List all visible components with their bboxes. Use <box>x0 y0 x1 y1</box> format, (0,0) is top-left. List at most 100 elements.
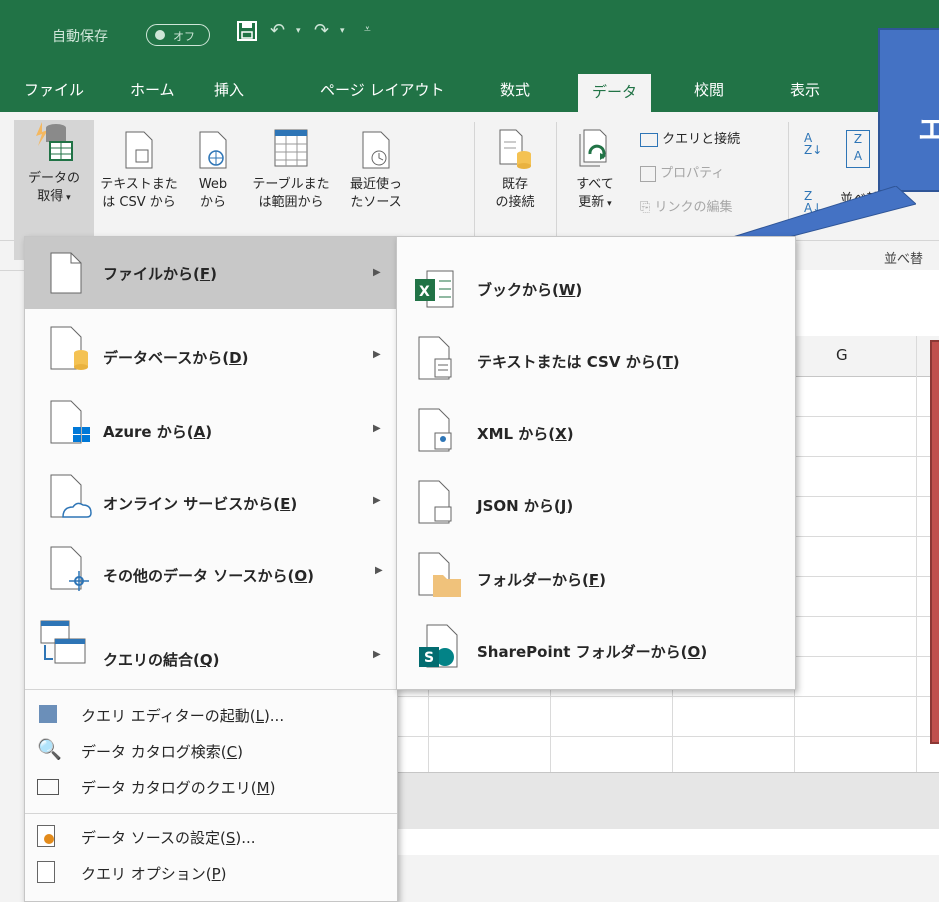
submenu-item-label: JSON から(J) <box>477 497 574 515</box>
excel-workbook-icon: X <box>415 270 454 308</box>
refresh-icon <box>579 129 607 167</box>
submenu-item-label: ブックから(W) <box>477 281 583 299</box>
menu-item-label: クエリ オプション(P) <box>81 865 227 883</box>
grid-line <box>396 736 939 737</box>
existing-connections-button[interactable]: 既存 の接続 <box>482 128 548 212</box>
menu-item-launch-query-editor[interactable]: クエリ エディターの起動(L)... <box>25 699 397 733</box>
database-icon <box>50 326 88 370</box>
tab-file[interactable]: ファイル <box>24 76 84 104</box>
sort-az-icon[interactable]: A Z↓ <box>804 132 822 156</box>
menu-item-from-database[interactable]: データベースから(D) ▶ <box>25 317 397 389</box>
menu-item-label: データ ソースの設定(S)... <box>81 829 256 847</box>
table-range-label-2: は範囲から <box>258 195 324 210</box>
existing-label-1: 既存 <box>501 177 528 192</box>
autosave-label: 自動保存 <box>52 29 108 45</box>
sort-dialog-icon[interactable]: ZA <box>846 130 870 168</box>
submenu-arrow-icon: ▶ <box>373 495 381 506</box>
json-file-icon <box>418 480 452 524</box>
menu-item-label: クエリ エディターの起動(L)... <box>81 707 285 725</box>
query-options-icon <box>37 861 55 883</box>
xml-file-icon <box>418 408 452 452</box>
query-editor-icon <box>39 705 57 723</box>
tab-data[interactable]: データ <box>578 74 652 112</box>
menu-item-from-other-sources[interactable]: その他のデータ ソースから(O) ▶ <box>25 533 397 605</box>
from-table-range-button[interactable]: テーブルまた は範囲から <box>246 126 336 212</box>
redo-icon[interactable]: ↷ <box>314 20 329 41</box>
menu-item-label: データ カタログのクエリ(M) <box>81 779 276 797</box>
tab-home[interactable]: ホーム <box>130 76 175 104</box>
tab-formulas[interactable]: 数式 <box>500 76 530 104</box>
menu-item-data-catalog-queries[interactable]: データ カタログのクエリ(M) <box>25 771 397 805</box>
submenu-arrow-icon: ▶ <box>375 565 383 576</box>
submenu-item-from-text-csv[interactable]: テキストまたは CSV から(T) <box>397 323 795 395</box>
submenu-item-label: テキストまたは CSV から(T) <box>477 353 680 371</box>
save-icon[interactable] <box>236 20 258 46</box>
recent-label-1: 最近使っ <box>349 177 402 192</box>
properties-button[interactable]: プロパティ <box>640 162 724 182</box>
redo-dropdown-icon[interactable]: ▾ <box>340 26 345 36</box>
menu-item-search-data-catalog[interactable]: 🔍 データ カタログ検索(C) <box>25 735 397 769</box>
submenu-item-from-xml[interactable]: XML から(X) <box>397 395 795 467</box>
tab-insert[interactable]: 挿入 <box>214 76 244 104</box>
menu-item-label: ファイルから(F) <box>103 265 217 283</box>
menu-item-from-azure[interactable]: Azure から(A) ▶ <box>25 389 397 461</box>
text-csv-label-1: テキストまた <box>100 177 178 192</box>
menu-item-from-file[interactable]: ファイルから(F) ▶ <box>25 237 397 309</box>
column-header-g[interactable]: G <box>836 346 848 364</box>
recent-sources-button[interactable]: 最近使っ たソース <box>338 130 414 212</box>
submenu-item-from-folder[interactable]: フォルダーから(F) <box>397 539 795 611</box>
svg-text:S: S <box>424 650 434 666</box>
submenu-arrow-icon: ▶ <box>373 349 381 360</box>
other-source-icon <box>50 546 89 591</box>
folder-icon <box>418 552 461 597</box>
recent-sources-icon <box>362 131 390 169</box>
properties-label: プロパティ <box>660 166 725 181</box>
submenu-item-from-sharepoint-folder[interactable]: S SharePoint フォルダーから(O) <box>397 611 795 683</box>
from-text-csv-button[interactable]: テキストまた は CSV から <box>98 130 180 212</box>
file-icon <box>50 252 82 294</box>
callout-text: エ <box>918 113 939 146</box>
from-web-button[interactable]: Web から <box>182 130 244 212</box>
tab-page-layout[interactable]: ページ レイアウト <box>320 76 444 104</box>
undo-dropdown-icon[interactable]: ▾ <box>296 26 301 36</box>
submenu-item-from-json[interactable]: JSON から(J) <box>397 467 795 539</box>
sharepoint-icon: S <box>419 624 458 668</box>
menu-item-combine-queries[interactable]: クエリの結合(Q) ▶ <box>25 605 397 685</box>
queries-connections-label: クエリと接続 <box>662 132 741 147</box>
tab-view[interactable]: 表示 <box>790 76 820 104</box>
menu-item-label: オンライン サービスから(E) <box>103 495 298 513</box>
queries-connections-icon <box>640 132 658 147</box>
web-icon <box>199 131 227 169</box>
submenu-arrow-icon: ▶ <box>373 649 381 660</box>
menu-item-from-online-services[interactable]: オンライン サービスから(E) ▶ <box>25 461 397 533</box>
recent-label-2: たソース <box>350 195 402 210</box>
catalog-search-icon: 🔍 <box>37 737 62 761</box>
undo-icon[interactable]: ↶ <box>270 20 285 41</box>
submenu-arrow-icon: ▶ <box>373 267 381 278</box>
customize-qat-icon[interactable]: ⩡ <box>364 22 371 37</box>
menu-item-data-source-settings[interactable]: データ ソースの設定(S)... <box>25 821 397 855</box>
submenu-item-from-workbook[interactable]: X ブックから(W) <box>397 251 795 323</box>
dropdown-icon: ▾ <box>63 193 71 203</box>
ribbon-tabs: ファイル ホーム 挿入 ページ レイアウト 数式 データ 校閲 表示 <box>0 68 939 112</box>
queries-connections-button[interactable]: クエリと接続 <box>640 128 740 147</box>
menu-item-label: データ カタログ検索(C) <box>81 743 243 761</box>
menu-divider <box>25 813 397 814</box>
get-data-icon <box>36 122 73 161</box>
tab-review[interactable]: 校閲 <box>694 76 724 104</box>
menu-item-label: Azure から(A) <box>103 423 213 441</box>
grid-line <box>916 336 917 772</box>
text-file-icon <box>418 336 452 380</box>
azure-icon <box>50 400 90 444</box>
web-label-2: から <box>199 195 226 210</box>
autosave-toggle[interactable]: オフ <box>146 24 210 46</box>
existing-label-2: の接続 <box>495 195 535 210</box>
svg-text:X: X <box>419 284 430 300</box>
data-source-settings-icon <box>37 825 55 847</box>
combine-query-icon <box>40 620 86 664</box>
autosave-state: オフ <box>173 30 195 43</box>
existing-connections-icon <box>499 129 531 169</box>
table-icon <box>274 129 308 167</box>
grid-line <box>396 696 939 697</box>
menu-item-query-options[interactable]: クエリ オプション(P) <box>25 857 397 891</box>
